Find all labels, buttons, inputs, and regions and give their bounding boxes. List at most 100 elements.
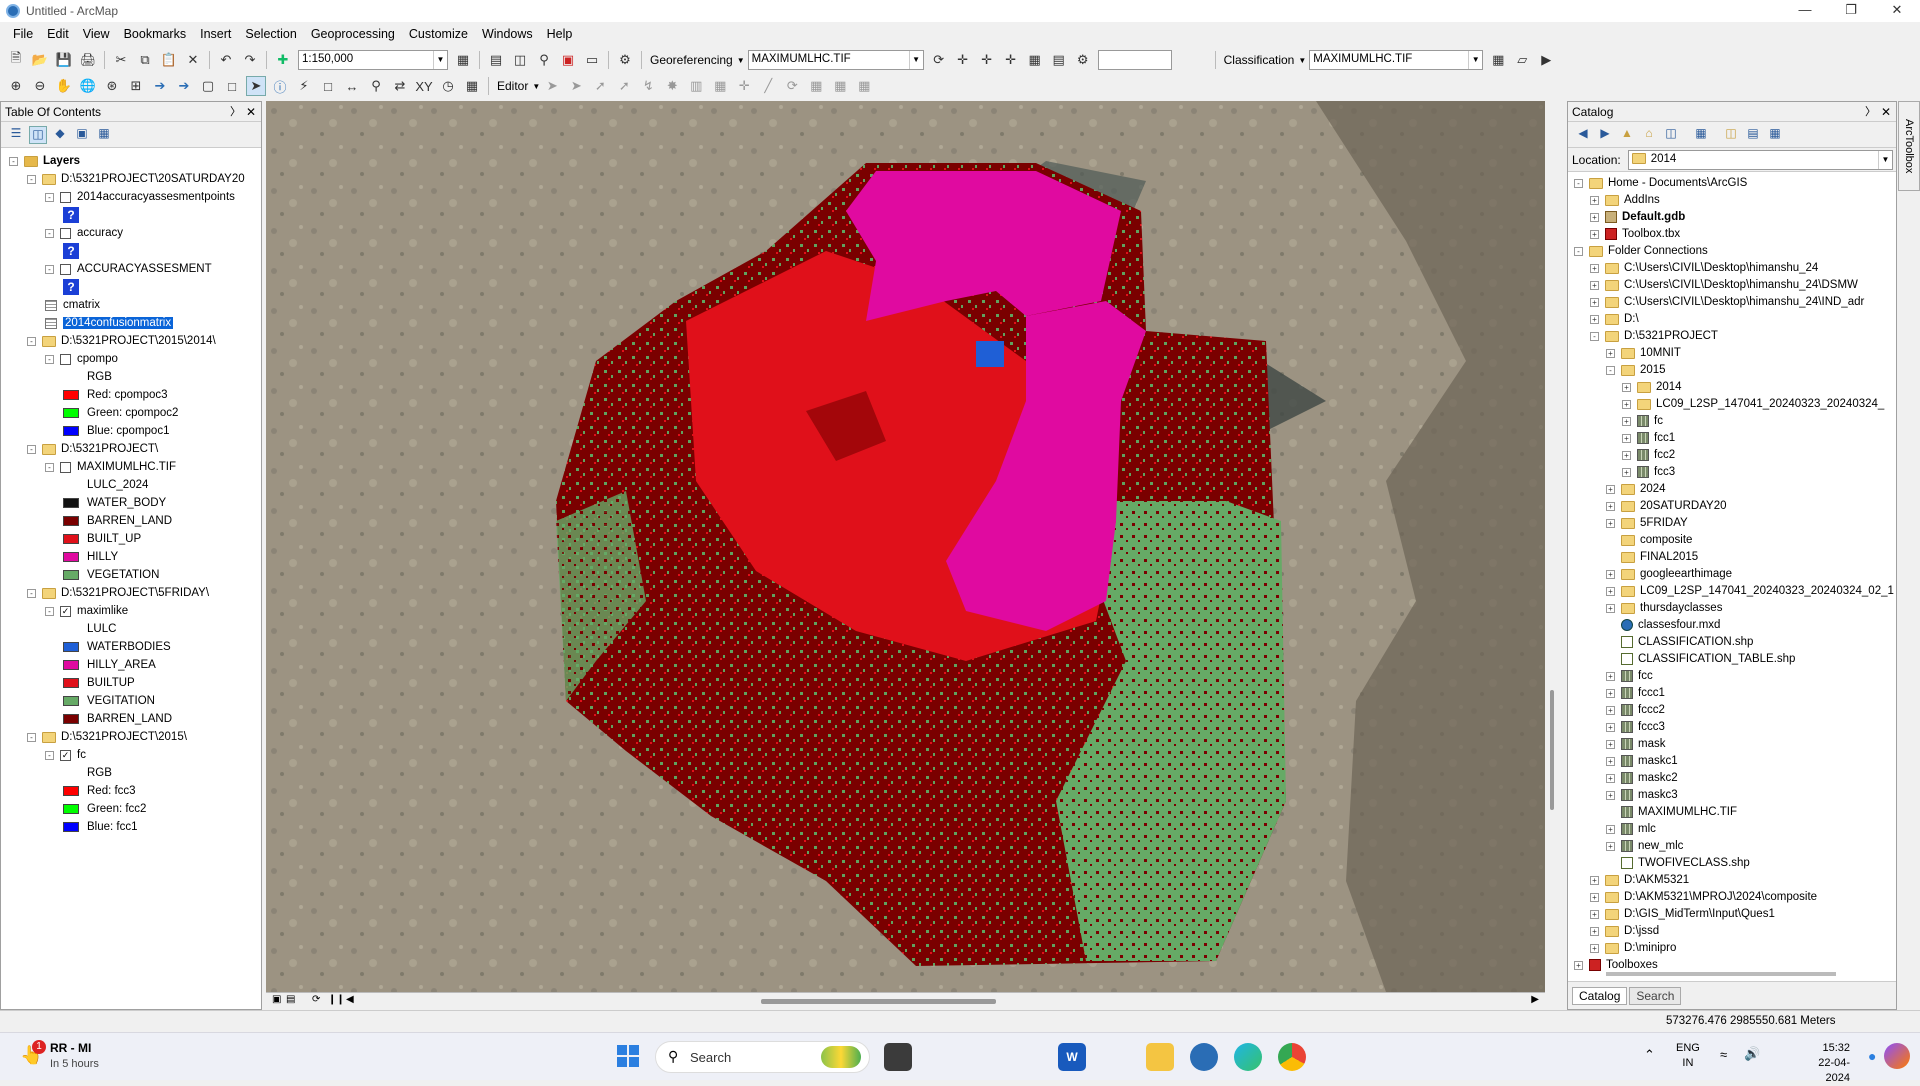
expand-toggle-icon[interactable]: + <box>1590 263 1599 273</box>
expand-toggle-icon[interactable]: + <box>1606 569 1615 579</box>
toc-row[interactable]: Red: fcc3 <box>63 782 136 800</box>
toc-row[interactable]: - D:\5321PROJECT\20SATURDAY20 <box>27 170 245 188</box>
legend-swatch[interactable] <box>63 552 79 562</box>
new-document-icon[interactable]: 🗎 <box>6 50 26 70</box>
paste-icon[interactable]: 📋 <box>159 50 179 70</box>
menu-insert[interactable]: Insert <box>193 27 238 41</box>
html-popup-icon[interactable]: □ <box>318 76 338 96</box>
forward-icon[interactable]: ▶ <box>1596 126 1614 144</box>
catalog-row[interactable]: + maskc2 <box>1606 769 1678 787</box>
expand-toggle-icon[interactable]: + <box>1622 467 1631 477</box>
start-icon[interactable] <box>617 1045 639 1067</box>
straight-segment-icon[interactable]: ➚ <box>590 76 610 96</box>
visibility-checkbox[interactable]: ✓ <box>60 749 71 761</box>
expand-toggle-icon[interactable]: - <box>1606 365 1615 375</box>
draw-polygon-icon[interactable]: ▱ <box>1512 50 1532 70</box>
expand-toggle-icon[interactable]: + <box>1590 314 1599 324</box>
catalog-row[interactable]: CLASSIFICATION.shp <box>1606 633 1753 651</box>
georef-layer-combo[interactable]: MAXIMUMLHC.TIF ▼ <box>747 50 924 70</box>
toc-row[interactable]: Green: cpompoc2 <box>63 404 178 422</box>
map-view[interactable] <box>266 101 1545 992</box>
expand-toggle-icon[interactable] <box>1606 655 1615 664</box>
options-icon[interactable]: ▦ <box>95 126 113 144</box>
catalog-row[interactable]: + fcc <box>1606 667 1653 685</box>
expand-toggle-icon[interactable] <box>1606 553 1615 562</box>
copilot-icon[interactable] <box>1884 1043 1910 1069</box>
connect-folder-icon[interactable]: ◫ <box>1662 126 1680 144</box>
expand-toggle-icon[interactable]: + <box>1606 773 1615 783</box>
catalog-row[interactable]: + mask <box>1606 735 1665 753</box>
catalog-row[interactable]: - Folder Connections <box>1574 242 1708 260</box>
cut-icon[interactable]: ✂ <box>111 50 131 70</box>
legend-swatch[interactable] <box>63 408 79 418</box>
expand-toggle-icon[interactable]: - <box>45 462 54 472</box>
back-extent-icon[interactable]: ➔ <box>150 76 170 96</box>
zoom-out-icon[interactable]: ⊖ <box>30 76 50 96</box>
toc-row[interactable]: Green: fcc2 <box>63 800 146 818</box>
delete-icon[interactable]: ✕ <box>183 50 203 70</box>
expand-toggle-icon[interactable]: + <box>1606 824 1615 834</box>
menu-bookmarks[interactable]: Bookmarks <box>117 27 194 41</box>
toc-row[interactable]: - accuracy <box>45 224 123 242</box>
rotate-edit-icon[interactable]: ⟳ <box>782 76 802 96</box>
expand-toggle-icon[interactable]: + <box>1606 841 1615 851</box>
forward-extent-icon[interactable]: ➔ <box>174 76 194 96</box>
toc-row[interactable]: - D:\5321PROJECT\2015\2014\ <box>27 332 216 350</box>
toc-row[interactable]: - cpompo <box>45 350 118 368</box>
visibility-checkbox[interactable] <box>60 263 71 275</box>
clock[interactable]: 15:32 22-04-2024 <box>1800 1041 1850 1086</box>
horizontal-scrollbar[interactable] <box>761 999 996 1004</box>
link-table-icon[interactable]: ▦ <box>1025 50 1045 70</box>
expand-toggle-icon[interactable] <box>1606 859 1615 868</box>
fixed-zoom-in-icon[interactable]: ⊛ <box>102 76 122 96</box>
list-by-drawing-order-icon[interactable]: ☰ <box>7 126 25 144</box>
toc-row[interactable]: LULC <box>63 620 116 638</box>
notification-title[interactable]: RR - MI <box>50 1041 91 1055</box>
catalog-row[interactable]: + D:\AKM5321\MPROJ\2024\composite <box>1590 888 1817 906</box>
classification-menu[interactable]: Classification <box>1220 53 1299 67</box>
python-icon[interactable]: ▭ <box>582 50 602 70</box>
redo-icon[interactable]: ↷ <box>240 50 260 70</box>
language-indicator[interactable]: ENG IN <box>1676 1041 1700 1071</box>
shift-icon[interactable]: ✛ <box>977 50 997 70</box>
toc-row[interactable]: BARREN_LAND <box>63 710 172 728</box>
expand-toggle-icon[interactable]: - <box>27 732 36 742</box>
expand-toggle-icon[interactable]: + <box>1622 433 1631 443</box>
expand-toggle-icon[interactable]: + <box>1606 603 1615 613</box>
catalog-row[interactable]: + new_mlc <box>1606 837 1683 855</box>
catalog-row[interactable]: + thursdayclasses <box>1606 599 1722 617</box>
toc-row[interactable]: BARREN_LAND <box>63 512 172 530</box>
toc-row[interactable]: ? <box>63 242 79 260</box>
expand-toggle-icon[interactable]: - <box>27 444 36 454</box>
legend-swatch[interactable] <box>63 534 79 544</box>
close-catalog-icon[interactable]: ✕ <box>1881 102 1891 122</box>
toc-row[interactable]: RGB <box>63 368 112 386</box>
expand-toggle-icon[interactable]: + <box>1606 484 1615 494</box>
expand-toggle-icon[interactable]: + <box>1590 212 1599 222</box>
task-view-icon[interactable] <box>884 1043 912 1071</box>
catalog-row[interactable]: + Toolboxes <box>1574 956 1658 973</box>
menu-geoprocessing[interactable]: Geoprocessing <box>304 27 402 41</box>
scale-combo[interactable]: 1:150,000 ▼ <box>298 50 448 70</box>
menu-edit[interactable]: Edit <box>40 27 76 41</box>
expand-toggle-icon[interactable]: + <box>1606 586 1615 596</box>
editor-menu[interactable]: Editor <box>493 79 532 93</box>
data-view-icon[interactable]: ▣ <box>272 994 281 1005</box>
catalog-row[interactable]: + LC09_L2SP_147041_20240323_20240324_ <box>1622 395 1884 413</box>
save-icon[interactable]: 💾 <box>54 50 74 70</box>
expand-toggle-icon[interactable]: + <box>1606 705 1615 715</box>
georef-extra-field[interactable] <box>1097 50 1172 70</box>
full-extent-icon[interactable]: 🌐 <box>78 76 98 96</box>
wifi-icon[interactable]: ≈ <box>1720 1047 1727 1062</box>
expand-toggle-icon[interactable]: + <box>1606 501 1615 511</box>
legend-swatch[interactable] <box>63 786 79 796</box>
clear-selection-icon[interactable]: □ <box>222 76 242 96</box>
toc-row[interactable]: HILLY <box>63 548 118 566</box>
catalog-row[interactable]: +2014 <box>1622 378 1682 396</box>
pause-drawing-icon[interactable]: ❙❙ <box>328 994 345 1005</box>
expand-toggle-icon[interactable]: - <box>45 750 54 760</box>
time-slider-icon[interactable]: ◷ <box>438 76 458 96</box>
file-explorer-icon[interactable] <box>1146 1043 1174 1071</box>
refresh-icon[interactable]: ⟳ <box>312 994 320 1005</box>
volume-icon[interactable]: 🔊 <box>1744 1046 1760 1062</box>
